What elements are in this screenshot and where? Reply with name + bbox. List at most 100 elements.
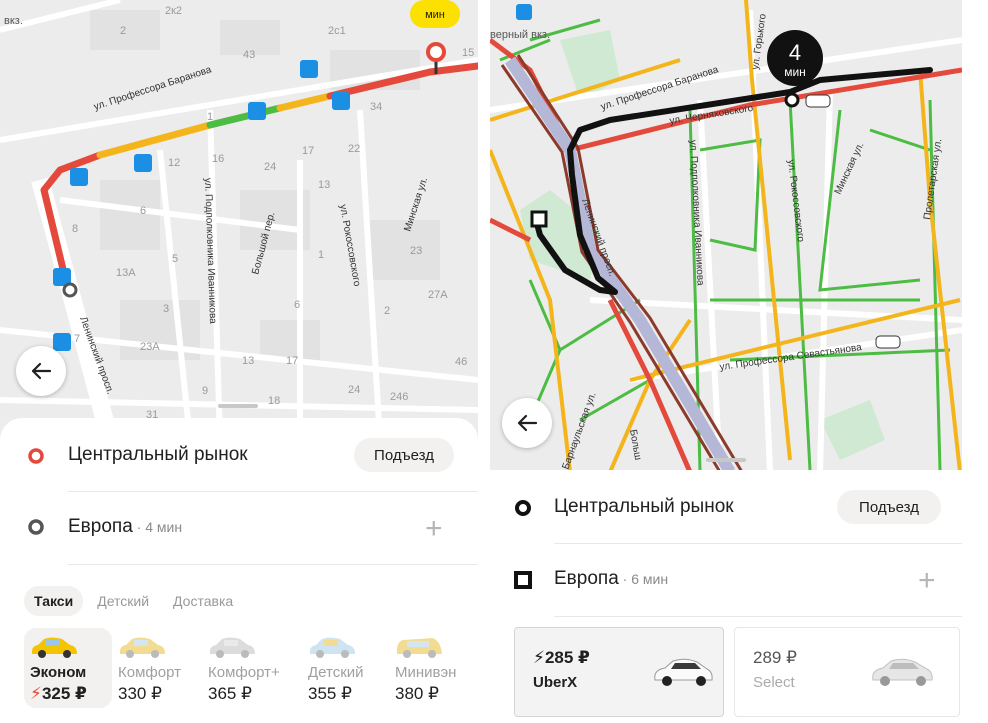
offer-price: 285 ₽ xyxy=(544,648,590,667)
route-point-to[interactable]: Европа · 4 мин xyxy=(0,504,478,552)
back-button[interactable] xyxy=(502,398,552,448)
svg-text:6: 6 xyxy=(140,205,146,217)
to-address: Европа xyxy=(554,568,619,589)
svg-text:27А: 27А xyxy=(428,289,448,301)
map-view-right[interactable]: 4 мин верный вкз. ул. Профессора Баранов… xyxy=(490,0,962,472)
entrance-button[interactable]: Подъезд xyxy=(354,438,454,472)
svg-text:1: 1 xyxy=(318,249,324,261)
destination-square-icon xyxy=(530,210,548,228)
svg-text:верный вкз.: верный вкз. xyxy=(490,29,550,41)
svg-text:9: 9 xyxy=(202,385,208,397)
tariff-price: 365 ₽ xyxy=(208,684,252,703)
svg-text:7: 7 xyxy=(74,333,80,345)
minivan-icon xyxy=(396,638,442,658)
eta-badge: мин xyxy=(410,0,460,28)
travel-time: · 4 мин xyxy=(132,519,183,535)
to-address: Европа xyxy=(68,516,133,537)
svg-text:8: 8 xyxy=(72,223,78,235)
tariff-kids[interactable]: Детский 355 ₽ xyxy=(302,628,390,708)
svg-text:22: 22 xyxy=(348,143,360,155)
tariff-economy[interactable]: Эконом ⚡325 ₽ xyxy=(24,628,112,708)
offer-name: UberX xyxy=(533,674,578,691)
svg-text:16: 16 xyxy=(212,153,224,165)
svg-text:2: 2 xyxy=(384,305,390,317)
plus-icon[interactable]: + xyxy=(918,566,936,596)
svg-text:вкз.: вкз. xyxy=(4,15,23,27)
tariff-minivan[interactable]: Минивэн 380 ₽ xyxy=(389,628,477,708)
tariff-name: Комфорт xyxy=(118,664,181,681)
svg-text:23: 23 xyxy=(410,245,422,257)
divider xyxy=(554,616,962,617)
tariff-tabs: Такси Детский Доставка xyxy=(24,586,247,616)
offer-name: Select xyxy=(753,674,795,691)
route-point-to[interactable]: Европа · 6 мин xyxy=(490,558,962,602)
travel-time: · 6 мин xyxy=(618,571,669,587)
divider xyxy=(68,564,478,565)
from-address: Центральный рынок xyxy=(554,496,734,517)
right-screen: 4 мин верный вкз. ул. Профессора Баранов… xyxy=(490,0,988,723)
pickup-marker-icon xyxy=(62,282,78,298)
svg-text:34: 34 xyxy=(370,101,382,113)
map-view-left[interactable]: мин вкз. ул. Профессора Баранова ул. Под… xyxy=(0,0,478,440)
tariff-name: Эконом xyxy=(30,664,87,681)
svg-text:17: 17 xyxy=(302,145,314,157)
svg-text:24: 24 xyxy=(348,384,360,396)
tab-delivery[interactable]: Доставка xyxy=(163,586,243,616)
car-icon xyxy=(119,637,165,658)
circle-dark-icon xyxy=(28,519,44,535)
tariff-price: 325 ₽ xyxy=(41,684,87,703)
car-icon xyxy=(654,658,713,686)
dot-ring-icon xyxy=(515,500,531,516)
svg-text:6: 6 xyxy=(294,299,300,311)
drag-handle[interactable] xyxy=(706,458,746,462)
tariff-comfort[interactable]: Комфорт 330 ₽ xyxy=(112,628,200,708)
svg-text:1: 1 xyxy=(207,111,213,123)
svg-text:46: 46 xyxy=(455,356,467,368)
car-icon xyxy=(872,658,933,686)
left-screen: мин вкз. ул. Профессора Баранова ул. Под… xyxy=(0,0,478,723)
svg-text:18: 18 xyxy=(268,395,280,407)
drag-handle[interactable] xyxy=(218,404,258,408)
car-icon xyxy=(309,637,355,658)
lightning-icon: ⚡ xyxy=(30,684,42,703)
svg-text:2: 2 xyxy=(120,25,126,37)
offer-price: 289 ₽ xyxy=(753,648,797,667)
divider xyxy=(554,543,962,544)
tariff-comfort-plus[interactable]: Комфорт+ 365 ₽ xyxy=(202,628,290,708)
svg-text:мин: мин xyxy=(784,65,806,79)
back-button[interactable] xyxy=(16,346,66,396)
svg-text:43: 43 xyxy=(243,49,255,61)
eta-badge: 4 мин xyxy=(767,30,823,86)
plus-icon[interactable]: + xyxy=(425,514,443,544)
svg-text:мин: мин xyxy=(425,9,445,21)
svg-text:2к2: 2к2 xyxy=(165,5,182,17)
tariff-price: 355 ₽ xyxy=(308,684,352,703)
svg-text:13А: 13А xyxy=(116,267,136,279)
svg-text:3: 3 xyxy=(163,303,169,315)
svg-text:24: 24 xyxy=(264,161,276,173)
tariff-price: 380 ₽ xyxy=(395,684,439,703)
tariff-price: 330 ₽ xyxy=(118,684,162,703)
lightning-icon: ⚡ xyxy=(533,648,545,667)
arrow-left-icon xyxy=(517,414,538,432)
entrance-button[interactable]: Подъезд xyxy=(837,490,941,524)
tab-taxi[interactable]: Такси xyxy=(24,586,84,616)
divider xyxy=(68,491,478,492)
svg-text:15: 15 xyxy=(462,47,474,59)
svg-text:246: 246 xyxy=(390,391,408,403)
tariff-name: Комфорт+ xyxy=(208,664,280,681)
offer-card-uberx[interactable]: ⚡285 ₽ UberX xyxy=(514,627,724,717)
svg-text:13: 13 xyxy=(242,355,254,367)
tab-kids[interactable]: Детский xyxy=(87,586,159,616)
svg-text:17: 17 xyxy=(286,355,298,367)
tariff-name: Детский xyxy=(308,664,364,681)
car-icon xyxy=(209,637,255,658)
svg-text:23А: 23А xyxy=(140,341,160,353)
svg-text:5: 5 xyxy=(172,253,178,265)
offer-card-select[interactable]: 289 ₽ Select xyxy=(734,627,960,717)
tariff-name: Минивэн xyxy=(395,664,457,681)
svg-text:2с1: 2с1 xyxy=(328,25,346,37)
pickup-marker-icon xyxy=(784,92,800,108)
from-address: Центральный рынок xyxy=(68,444,248,465)
metro-icon xyxy=(516,4,532,20)
